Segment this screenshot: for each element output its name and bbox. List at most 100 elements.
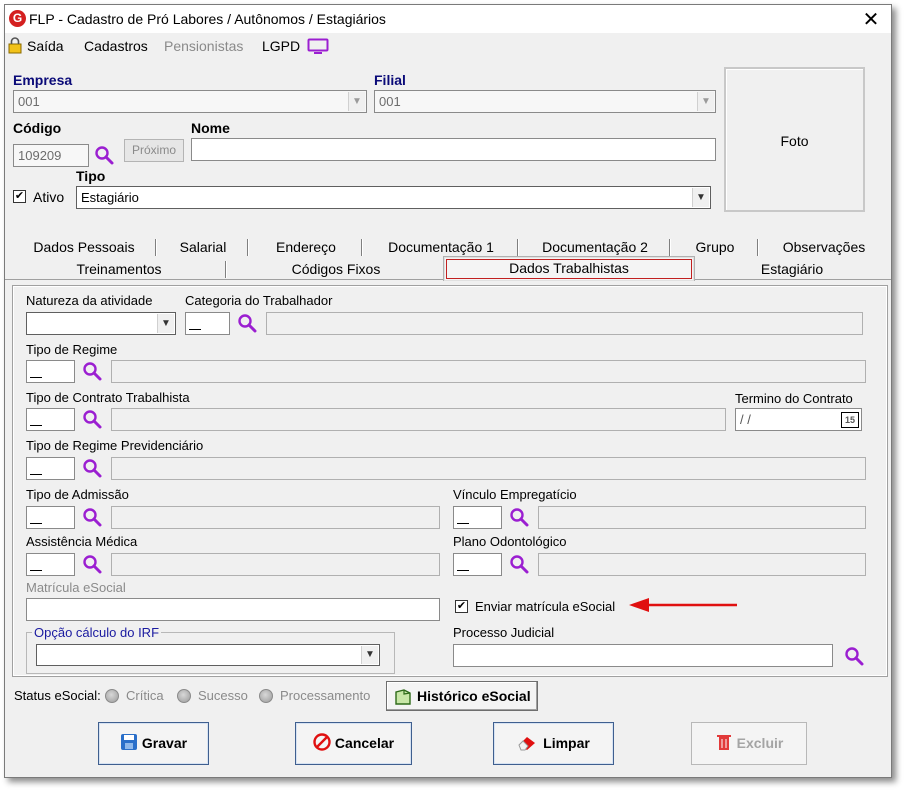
- tab-estagiario[interactable]: Estagiário: [697, 258, 887, 280]
- search-icon[interactable]: [843, 645, 865, 667]
- tab-endereco[interactable]: Endereço: [251, 236, 361, 258]
- plano-odonto-label: Plano Odontológico: [453, 534, 567, 549]
- tipo-regime-label: Tipo de Regime: [26, 342, 118, 357]
- tab-separator: [155, 239, 157, 256]
- filial-label: Filial: [374, 72, 406, 88]
- enviar-matricula-checkbox[interactable]: ✔: [455, 600, 468, 613]
- tipo-regime-code-field[interactable]: [26, 360, 75, 383]
- nome-field[interactable]: [191, 138, 716, 161]
- chevron-down-icon[interactable]: ▼: [697, 92, 714, 111]
- opcao-irf-legend: Opção cálculo do IRF: [32, 625, 162, 640]
- empresa-select[interactable]: 001 ▼: [13, 90, 367, 113]
- menu-pensionistas[interactable]: Pensionistas: [164, 38, 243, 54]
- tipo-value: Estagiário: [81, 190, 139, 205]
- tab-separator: [247, 239, 249, 256]
- search-icon[interactable]: [81, 553, 103, 575]
- monitor-icon[interactable]: [307, 38, 329, 54]
- save-icon: [120, 734, 137, 751]
- chevron-down-icon[interactable]: ▼: [361, 646, 378, 664]
- processo-judicial-field[interactable]: [453, 644, 833, 667]
- eraser-icon: [518, 737, 536, 751]
- chevron-down-icon[interactable]: ▼: [348, 92, 365, 111]
- vinculo-description-field: [538, 506, 866, 529]
- menu-lgpd[interactable]: LGPD: [262, 38, 300, 54]
- tab-separator: [669, 239, 671, 256]
- tab-documentacao-1[interactable]: Documentação 1: [365, 236, 517, 258]
- search-icon[interactable]: [236, 312, 258, 334]
- title-bar: G FLP - Cadastro de Pró Labores / Autôno…: [5, 5, 891, 33]
- natureza-select[interactable]: ▼: [26, 312, 176, 335]
- tipo-label: Tipo: [76, 168, 106, 184]
- status-sucesso-radio: [177, 689, 191, 703]
- enviar-matricula-label: Enviar matrícula eSocial: [475, 599, 616, 614]
- search-icon[interactable]: [93, 144, 115, 166]
- tipo-contrato-code-field[interactable]: [26, 408, 75, 431]
- tab-treinamentos[interactable]: Treinamentos: [13, 258, 225, 280]
- photo-box[interactable]: Foto: [724, 67, 865, 212]
- tipo-admissao-code-field[interactable]: [26, 506, 75, 529]
- tipo-select[interactable]: Estagiário ▼: [76, 186, 711, 209]
- chevron-down-icon[interactable]: ▼: [157, 314, 174, 333]
- categoria-description-field: [266, 312, 863, 335]
- termino-value: / /: [740, 412, 751, 427]
- regime-prev-code-field[interactable]: [26, 457, 75, 480]
- categoria-code-field[interactable]: [185, 312, 230, 335]
- calendar-icon[interactable]: 15: [841, 412, 859, 428]
- search-icon[interactable]: [508, 553, 530, 575]
- filial-value: 001: [379, 94, 401, 109]
- menu-saida[interactable]: Saída: [27, 38, 64, 54]
- ativo-label: Ativo: [33, 189, 65, 205]
- tipo-contrato-label: Tipo de Contrato Trabalhista: [26, 390, 190, 405]
- natureza-label: Natureza da atividade: [26, 293, 153, 308]
- lock-icon: [8, 37, 22, 54]
- plano-odonto-code-field[interactable]: [453, 553, 502, 576]
- categoria-label: Categoria do Trabalhador: [185, 293, 333, 308]
- photo-label: Foto: [780, 133, 809, 149]
- empresa-label: Empresa: [13, 72, 73, 88]
- search-icon[interactable]: [81, 457, 103, 479]
- tab-codigos-fixos[interactable]: Códigos Fixos: [229, 258, 443, 280]
- cancelar-label: Cancelar: [334, 735, 395, 751]
- search-icon[interactable]: [81, 408, 103, 430]
- menu-bar: Saída Cadastros Pensionistas LGPD: [5, 33, 891, 57]
- gravar-button[interactable]: Gravar: [98, 722, 209, 765]
- termino-label: Termino do Contrato: [735, 391, 853, 406]
- ativo-checkbox[interactable]: ✔: [13, 190, 26, 203]
- tab-grupo[interactable]: Grupo: [673, 236, 757, 258]
- regime-prev-label: Tipo de Regime Previdenciário: [26, 438, 204, 453]
- tab-documentacao-2[interactable]: Documentação 2: [521, 236, 669, 258]
- tab-observacoes[interactable]: Observações: [761, 236, 887, 258]
- limpar-button[interactable]: Limpar: [493, 722, 614, 765]
- status-critica-radio: [105, 689, 119, 703]
- chevron-down-icon[interactable]: ▼: [692, 188, 709, 207]
- filial-select[interactable]: 001 ▼: [374, 90, 716, 113]
- vinculo-code-field[interactable]: [453, 506, 502, 529]
- tab-salarial[interactable]: Salarial: [159, 236, 247, 258]
- codigo-field[interactable]: 109209: [13, 144, 89, 167]
- assistencia-label: Assistência Médica: [26, 534, 138, 549]
- tipo-contrato-description-field: [111, 408, 726, 431]
- cancelar-button[interactable]: Cancelar: [295, 722, 412, 765]
- plano-odonto-description-field: [538, 553, 866, 576]
- matricula-field[interactable]: [26, 598, 440, 621]
- termino-date-field[interactable]: / / 15: [735, 408, 862, 431]
- menu-cadastros[interactable]: Cadastros: [84, 38, 148, 54]
- regime-prev-description-field: [111, 457, 866, 480]
- excluir-label: Excluir: [736, 735, 784, 751]
- search-icon[interactable]: [81, 360, 103, 382]
- proximo-button[interactable]: Próximo: [124, 139, 184, 162]
- search-icon[interactable]: [81, 506, 103, 528]
- historico-esocial-button[interactable]: Histórico eSocial: [386, 681, 538, 711]
- search-icon[interactable]: [508, 506, 530, 528]
- excluir-button[interactable]: Excluir: [691, 722, 807, 765]
- tab-dados-trabalhistas[interactable]: Dados Trabalhistas: [443, 256, 695, 281]
- opcao-irf-select[interactable]: ▼: [36, 644, 380, 666]
- limpar-label: Limpar: [543, 735, 590, 751]
- assistencia-code-field[interactable]: [26, 553, 75, 576]
- gravar-label: Gravar: [141, 735, 188, 751]
- tipo-regime-description-field: [111, 360, 866, 383]
- close-button[interactable]: ✕: [859, 7, 883, 32]
- status-sucesso-label: Sucesso: [198, 688, 248, 703]
- tipo-admissao-description-field: [111, 506, 440, 529]
- tab-dados-pessoais[interactable]: Dados Pessoais: [13, 236, 155, 258]
